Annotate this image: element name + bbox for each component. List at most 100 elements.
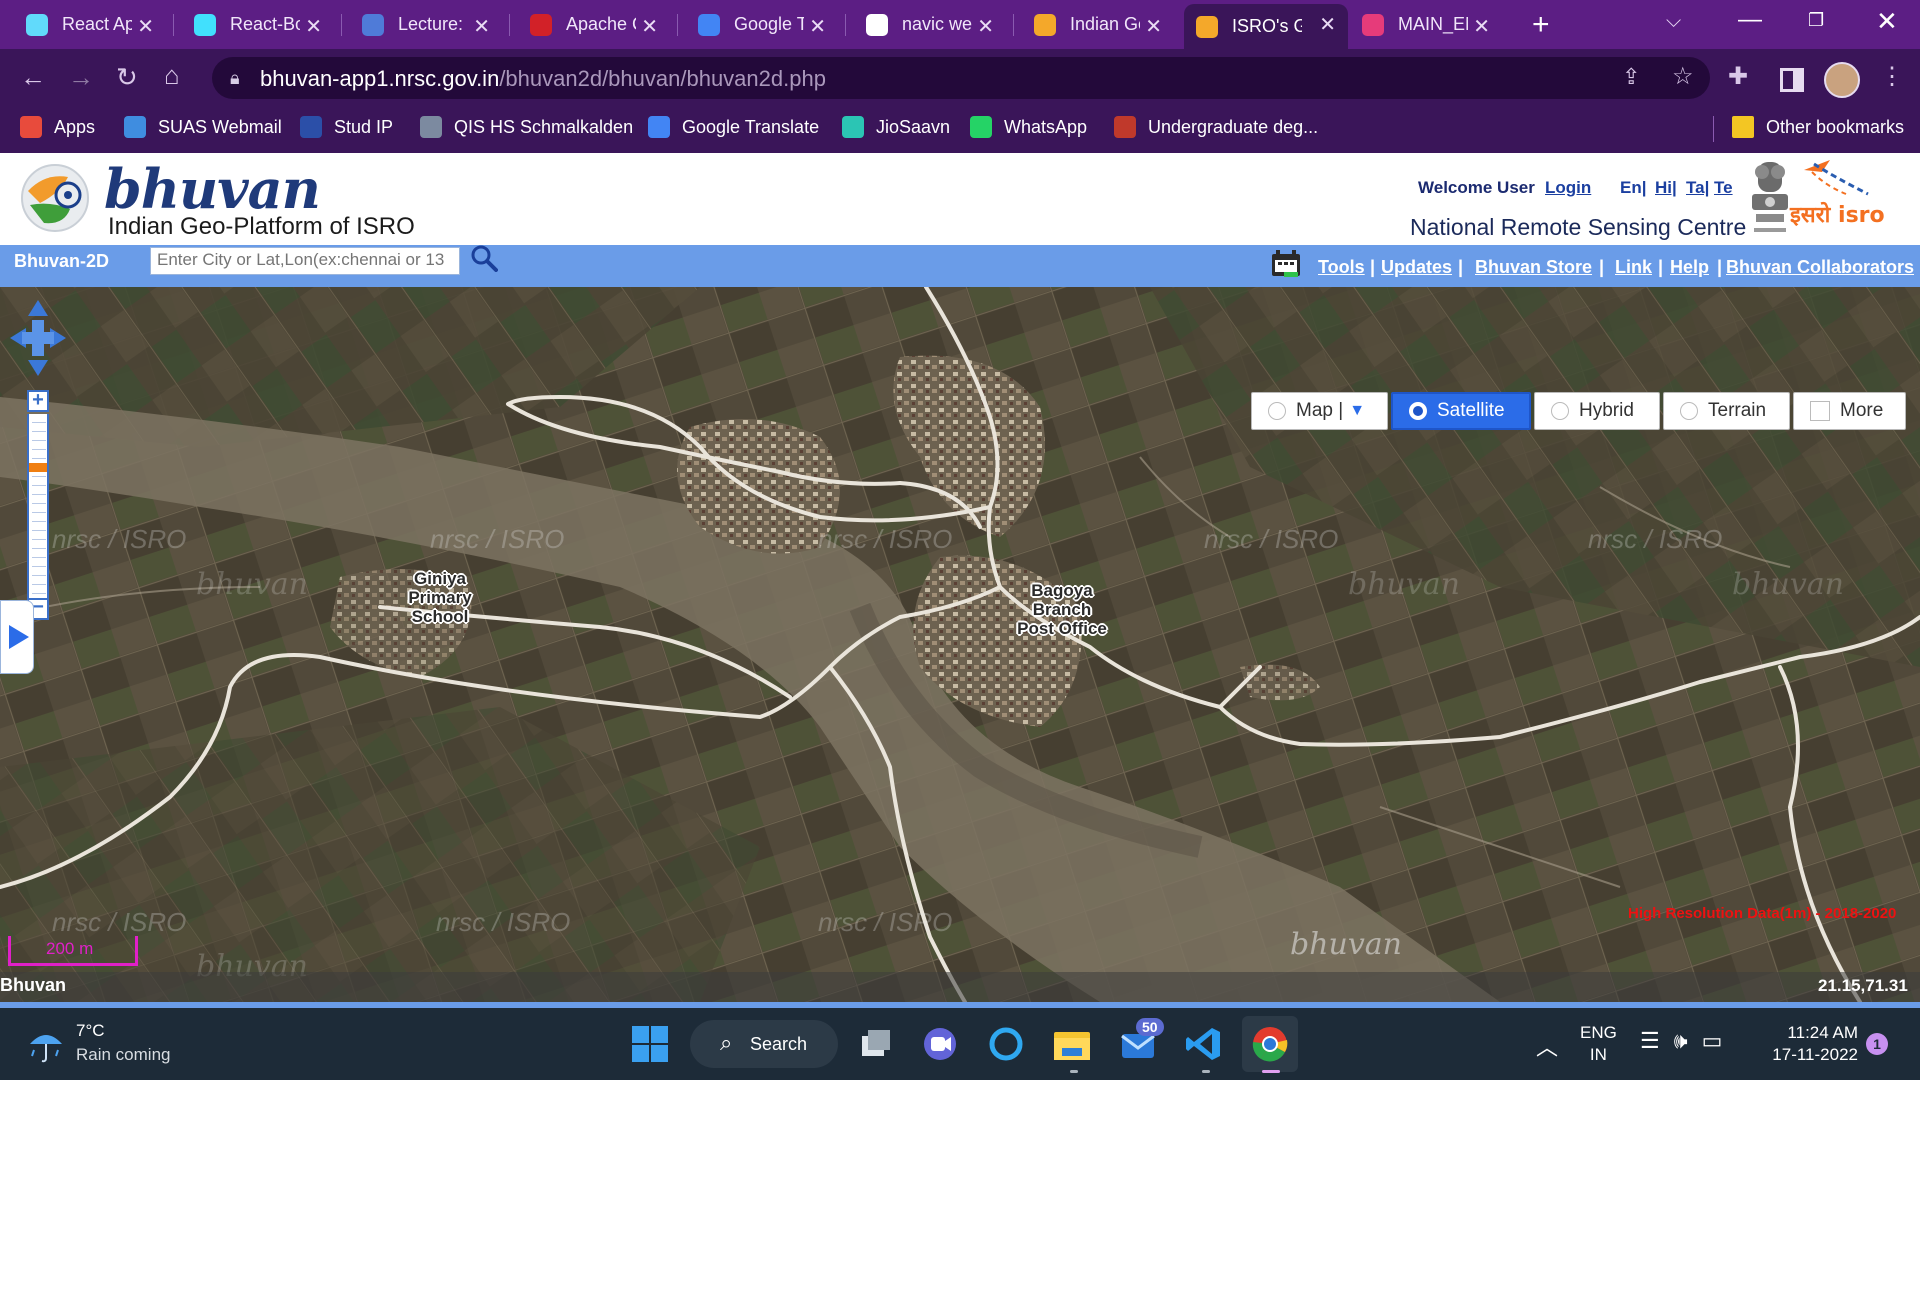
- weather-temperature[interactable]: 7°C: [76, 1021, 105, 1041]
- taskbar-search-label[interactable]: Search: [750, 1034, 807, 1055]
- lock-icon[interactable]: 🔒︎: [230, 68, 240, 89]
- terrain-radio[interactable]: [1680, 402, 1698, 420]
- share-icon[interactable]: ⇪: [1622, 64, 1640, 90]
- close-tab-icon[interactable]: ✕: [137, 14, 154, 39]
- zoom-tick[interactable]: [32, 440, 46, 441]
- browser-tab[interactable]: Google Translate✕: [686, 6, 838, 43]
- help-link[interactable]: Help: [1670, 257, 1709, 278]
- search-icon[interactable]: [470, 244, 498, 272]
- restore-window-icon[interactable]: ❐: [1808, 10, 1824, 31]
- close-tab-icon[interactable]: ✕: [305, 14, 322, 39]
- zoom-tick[interactable]: [32, 458, 46, 459]
- browser-tab[interactable]: MAIN_EN✕: [1350, 6, 1502, 43]
- bookmark-item[interactable]: JioSaavn: [842, 116, 950, 138]
- close-tab-icon[interactable]: ✕: [1473, 14, 1490, 39]
- zoom-tick[interactable]: [32, 503, 46, 504]
- zoom-tick[interactable]: [32, 539, 46, 540]
- zoom-slider[interactable]: [27, 414, 49, 606]
- bhuvan-collaborators-link[interactable]: Bhuvan Collaborators: [1726, 257, 1914, 278]
- login-link[interactable]: Login: [1545, 178, 1591, 198]
- zoom-tick[interactable]: [32, 521, 46, 522]
- zoom-tick[interactable]: [32, 512, 46, 513]
- zoom-tick[interactable]: [32, 431, 46, 432]
- minimize-window-icon[interactable]: —: [1738, 6, 1762, 34]
- new-tab-button[interactable]: +: [1532, 8, 1550, 42]
- more-checkbox[interactable]: [1810, 401, 1830, 421]
- satellite-radio[interactable]: [1409, 402, 1427, 420]
- browser-tab[interactable]: React App✕: [14, 6, 166, 43]
- link-link[interactable]: Link: [1615, 257, 1652, 278]
- lang-hi-link[interactable]: Hi|: [1655, 178, 1677, 198]
- system-tray-icons[interactable]: ☰🕪︎▭: [1640, 1028, 1736, 1054]
- wifi-icon[interactable]: ☰: [1640, 1028, 1674, 1053]
- forward-arrow-icon[interactable]: →: [68, 62, 94, 93]
- layer-terrain-button[interactable]: Terrain: [1663, 392, 1790, 430]
- back-arrow-icon[interactable]: ←: [20, 62, 46, 93]
- zoom-tick[interactable]: [32, 494, 46, 495]
- zoom-tick[interactable]: [32, 485, 46, 486]
- layer-hybrid-button[interactable]: Hybrid: [1534, 392, 1660, 430]
- lang-ta-link[interactable]: Ta|: [1686, 178, 1709, 198]
- file-explorer-icon[interactable]: [1052, 1024, 1092, 1064]
- speaker-icon[interactable]: 🕪︎: [1674, 1028, 1702, 1053]
- browser-menu-icon[interactable]: ⋮: [1880, 62, 1904, 91]
- bookmark-item[interactable]: SUAS Webmail: [124, 116, 282, 138]
- browser-tab[interactable]: Indian Geo✕: [1022, 6, 1174, 43]
- chrome-icon[interactable]: [1250, 1024, 1290, 1064]
- zoom-tick[interactable]: [32, 557, 46, 558]
- close-tab-icon[interactable]: ✕: [641, 14, 658, 39]
- close-tab-icon[interactable]: ✕: [473, 14, 490, 39]
- battery-icon[interactable]: ▭: [1702, 1028, 1737, 1053]
- notification-count-badge[interactable]: 1: [1866, 1033, 1888, 1055]
- layer-map-button[interactable]: Map | ▼: [1251, 392, 1388, 430]
- home-icon[interactable]: ⌂: [164, 60, 180, 91]
- extensions-puzzle-icon[interactable]: ✚: [1728, 62, 1748, 91]
- close-tab-icon[interactable]: ✕: [809, 14, 826, 39]
- bhuvan-logo-text[interactable]: bhuvan: [104, 157, 321, 221]
- input-language-indicator[interactable]: ENG IN: [1580, 1022, 1617, 1066]
- browser-tab[interactable]: Lecture: 7✕: [350, 6, 502, 43]
- zoom-tick[interactable]: [32, 476, 46, 477]
- zoom-tick[interactable]: [32, 566, 46, 567]
- tab-search-icon[interactable]: ⌵: [1666, 10, 1681, 33]
- location-search-input[interactable]: [151, 248, 459, 272]
- calendar-timeline-icon[interactable]: [1270, 248, 1302, 278]
- layer-satellite-button[interactable]: Satellite: [1391, 392, 1531, 430]
- zoom-tick[interactable]: [32, 584, 46, 585]
- zoom-tick[interactable]: [32, 530, 46, 531]
- close-tab-icon[interactable]: ✕: [1319, 12, 1336, 37]
- close-window-icon[interactable]: ✕: [1876, 6, 1898, 37]
- zoom-tick[interactable]: [32, 548, 46, 549]
- lang-te-link[interactable]: Te: [1714, 178, 1733, 198]
- side-panel-icon[interactable]: [1780, 68, 1804, 92]
- side-panel-toggle-button[interactable]: [0, 600, 34, 674]
- taskbar-clock[interactable]: 11:24 AM 17-11-2022: [1762, 1022, 1858, 1066]
- other-bookmarks[interactable]: Other bookmarks: [1732, 116, 1904, 138]
- zoom-slider-thumb[interactable]: [29, 463, 47, 472]
- place-label-giniya-school[interactable]: Giniya Primary School: [398, 569, 482, 626]
- close-tab-icon[interactable]: ✕: [977, 14, 994, 39]
- hybrid-radio[interactable]: [1551, 402, 1569, 420]
- bookmark-item[interactable]: Undergraduate deg...: [1114, 116, 1318, 138]
- taskbar-search-icon[interactable]: ⌕: [720, 1030, 732, 1056]
- vscode-icon[interactable]: [1184, 1024, 1224, 1064]
- show-hidden-icons-chevron-icon[interactable]: ︿: [1536, 1030, 1558, 1062]
- updates-link[interactable]: Updates: [1381, 257, 1452, 278]
- layer-more-button[interactable]: More: [1793, 392, 1906, 430]
- bookmark-item[interactable]: Apps: [20, 116, 95, 138]
- zoom-tick[interactable]: [32, 449, 46, 450]
- browser-tab[interactable]: navic web✕: [854, 6, 1006, 43]
- profile-avatar[interactable]: [1824, 62, 1860, 98]
- browser-tab[interactable]: ISRO's Geo ✕: [1184, 4, 1348, 49]
- bhuvan-store-link[interactable]: Bhuvan Store: [1475, 257, 1592, 278]
- url-text[interactable]: bhuvan-app1.nrsc.gov.in/bhuvan2d/bhuvan/…: [260, 66, 826, 92]
- location-search-field[interactable]: [150, 247, 460, 275]
- browser-tab[interactable]: Apache Cordova✕: [518, 6, 670, 43]
- reload-icon[interactable]: ↻: [116, 62, 138, 93]
- lang-en-link[interactable]: En|: [1620, 178, 1646, 198]
- windows-start-icon[interactable]: [632, 1026, 668, 1062]
- umbrella-rain-icon[interactable]: [26, 1024, 66, 1064]
- place-label-bagoya-post-office[interactable]: Bagoya Branch Post Office: [1016, 581, 1108, 638]
- bookmark-item[interactable]: WhatsApp: [970, 116, 1087, 138]
- close-tab-icon[interactable]: ✕: [1145, 14, 1162, 39]
